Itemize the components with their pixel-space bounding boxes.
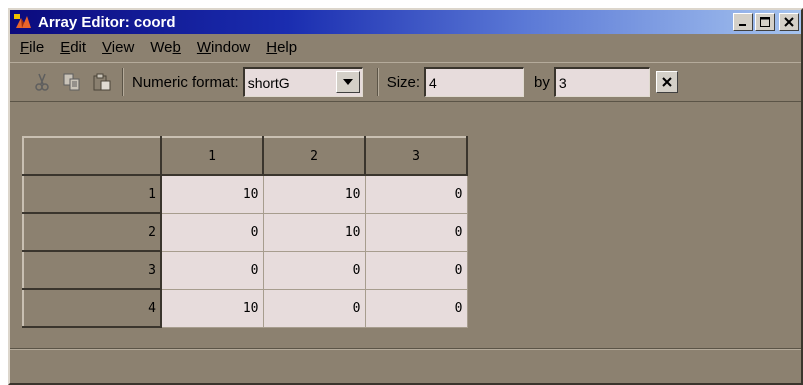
- grid-cell[interactable]: 0: [365, 251, 468, 290]
- menu-view[interactable]: View: [102, 39, 134, 56]
- numeric-format-select[interactable]: shortG: [242, 67, 363, 97]
- paste-icon[interactable]: [90, 70, 114, 94]
- numeric-format-label: Numeric format:: [132, 73, 239, 91]
- row-header[interactable]: 1: [22, 174, 162, 214]
- grid-cell[interactable]: 0: [365, 289, 468, 328]
- menu-file[interactable]: File: [20, 39, 44, 56]
- row-header[interactable]: 2: [22, 212, 162, 252]
- size-columns-input[interactable]: 3: [553, 67, 650, 97]
- grid-cell[interactable]: 0: [365, 213, 468, 252]
- cut-icon[interactable]: [30, 70, 54, 94]
- grid-cell[interactable]: 0: [263, 289, 366, 328]
- grid-cell[interactable]: 0: [161, 251, 264, 290]
- size-label: Size:: [386, 73, 421, 91]
- status-divider: [10, 348, 801, 350]
- column-header[interactable]: 2: [262, 136, 366, 176]
- title-bar[interactable]: Array Editor: coord: [10, 10, 801, 34]
- array-editor-window: Array Editor: coord File Edit View Web W…: [8, 8, 803, 385]
- grid-cell[interactable]: 10: [161, 175, 264, 214]
- column-header[interactable]: 1: [160, 136, 264, 176]
- menu-help[interactable]: Help: [266, 39, 297, 56]
- row-header[interactable]: 3: [22, 250, 162, 290]
- table-row: 4 10 0 0: [22, 288, 468, 328]
- grid-cell[interactable]: 0: [161, 213, 264, 252]
- grid-cell[interactable]: 10: [161, 289, 264, 328]
- toolbar-separator: [376, 68, 379, 96]
- grid-cell[interactable]: 10: [263, 175, 366, 214]
- numeric-format-value: shortG: [247, 74, 290, 91]
- menu-window[interactable]: Window: [197, 39, 250, 56]
- column-header[interactable]: 3: [364, 136, 468, 176]
- array-grid: 1 2 3 1 10 10 0 2 0 10 0 3 0 0 0 4 10 0 …: [22, 136, 468, 328]
- copy-icon[interactable]: [60, 70, 84, 94]
- close-editor-icon[interactable]: [655, 71, 678, 93]
- grid-cell[interactable]: 10: [263, 213, 366, 252]
- by-label: by: [534, 73, 550, 91]
- size-rows-input[interactable]: 4: [424, 67, 525, 97]
- maximize-button[interactable]: [755, 13, 775, 31]
- table-row: 2 0 10 0: [22, 212, 468, 252]
- minimize-button[interactable]: [733, 13, 753, 31]
- toolbar: Numeric format: shortG Size: 4 by 3: [10, 62, 801, 102]
- dropdown-arrow-icon[interactable]: [335, 71, 360, 93]
- menu-edit[interactable]: Edit: [60, 39, 86, 56]
- table-row: 3 0 0 0: [22, 250, 468, 290]
- table-row: 1 10 10 0: [22, 174, 468, 214]
- toolbar-separator: [122, 68, 124, 96]
- matlab-logo-icon: [14, 14, 32, 30]
- close-button[interactable]: [779, 13, 799, 31]
- row-header[interactable]: 4: [22, 288, 162, 328]
- grid-cell[interactable]: 0: [263, 251, 366, 290]
- grid-cell[interactable]: 0: [365, 175, 468, 214]
- window-title: Array Editor: coord: [38, 13, 176, 31]
- grid-corner[interactable]: [22, 136, 162, 176]
- menu-web[interactable]: Web: [150, 39, 181, 56]
- menu-bar: File Edit View Web Window Help: [10, 34, 801, 60]
